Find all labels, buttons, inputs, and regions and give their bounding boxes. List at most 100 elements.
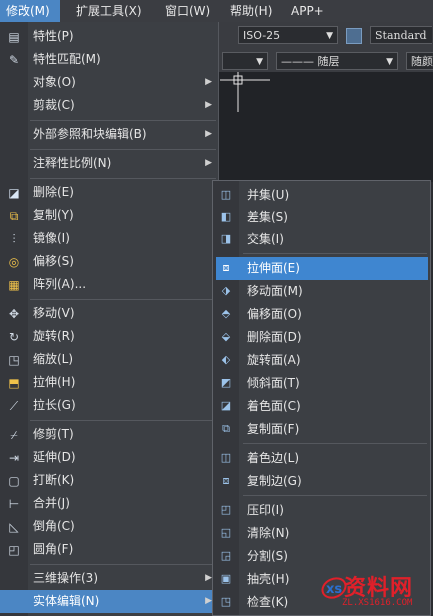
text-style-icon[interactable] [346,28,362,44]
menu-item-rotate[interactable]: ↻ 旋转(R) [0,325,218,348]
extrude-face-icon: ⧈ [222,261,230,274]
subtract-icon: ◧ [220,210,232,223]
submenu-item-intersect[interactable]: ◨ 交集(I) [213,228,430,251]
stretch-icon: ⬒ [8,376,20,390]
menu-item-extend[interactable]: ⇥ 延伸(D) [0,446,218,469]
menu-item-label: 延伸(D) [33,450,76,464]
copy-face-icon: ⧉ [222,422,230,435]
linetype-value: ——— 随层 [281,55,340,68]
menu-help[interactable]: 帮助(H) [224,0,278,22]
menu-item-stretch[interactable]: ⬒ 拉伸(H) [0,371,218,394]
dimstyle-combo[interactable]: ISO-25 ▼ [238,26,338,44]
submenu-arrow-icon: ▶ [205,77,212,87]
menu-item-3d-operations[interactable]: 三维操作(3) ▶ [0,567,218,590]
copy-icon: ⧉ [9,209,19,223]
menu-item-match-properties[interactable]: ✎ 特性匹配(M) [0,48,218,71]
submenu-item-label: 并集(U) [247,188,290,202]
submenu-item-extrude-face[interactable]: ⧈ 拉伸面(E) [216,257,428,280]
menu-item-join[interactable]: ⊢ 合并(J) [0,492,218,515]
menu-item-label: 拉伸(H) [33,375,76,389]
menu-item-lengthen[interactable]: ⟋ 拉长(G) [0,394,218,417]
submenu-item-offset-face[interactable]: ⬘ 偏移面(O) [213,303,430,326]
move-face-icon: ⬗ [221,284,231,297]
menu-item-break[interactable]: ▢ 打断(K) [0,469,218,492]
submenu-arrow-icon: ▶ [205,158,212,168]
menu-item-clip[interactable]: 剪裁(C) ▶ [0,94,218,117]
menu-item-offset[interactable]: ◎ 偏移(S) [0,250,218,273]
delete-face-icon: ⬙ [221,330,231,343]
menu-item-label: 注释性比例(N) [33,156,112,170]
menu-item-label: 外部参照和块编辑(B) [33,127,147,141]
submenu-item-taper-face[interactable]: ◩ 倾斜面(T) [213,372,430,395]
submenu-item-label: 拉伸面(E) [247,261,300,275]
submenu-arrow-icon: ▶ [205,596,212,606]
textstyle-combo[interactable]: Standard [370,26,432,44]
rotate-face-icon: ⬖ [221,353,231,366]
submenu-item-color-edge[interactable]: ◫ 着色边(L) [213,447,430,470]
clean-icon: ◱ [220,526,232,539]
menu-item-scale[interactable]: ◳ 缩放(L) [0,348,218,371]
color-edge-icon: ◫ [220,451,232,464]
lineweight-combo[interactable]: 随颜 [406,52,433,70]
menu-item-label: 实体编辑(N) [33,594,100,608]
submenu-item-copy-face[interactable]: ⧉ 复制面(F) [213,418,430,441]
extend-icon: ⇥ [8,451,20,465]
menu-item-label: 倒角(C) [33,519,75,533]
submenu-arrow-icon: ▶ [205,129,212,139]
menu-item-label: 删除(E) [33,185,74,199]
menu-item-erase[interactable]: ◪ 删除(E) [0,181,218,204]
menu-item-fillet[interactable]: ◰ 圆角(F) [0,538,218,561]
separate-icon: ◲ [220,549,232,562]
lengthen-icon: ⟋ [9,399,19,413]
menu-item-object[interactable]: 对象(O) ▶ [0,71,218,94]
menu-item-label: 特性匹配(M) [33,52,101,66]
menu-item-label: 镜像(I) [33,231,70,245]
submenu-item-separate[interactable]: ◲ 分割(S) [213,545,430,568]
menu-item-label: 复制(Y) [33,208,74,222]
union-icon: ◫ [220,188,232,201]
submenu-item-label: 分割(S) [247,549,288,563]
menu-item-label: 圆角(F) [33,542,74,556]
offset-icon: ◎ [8,255,20,269]
menu-item-move[interactable]: ✥ 移动(V) [0,302,218,325]
menu-extend-tools[interactable]: 扩展工具(X) [70,0,148,22]
menu-window[interactable]: 窗口(W) [159,0,216,22]
menu-item-chamfer[interactable]: ◺ 倒角(C) [0,515,218,538]
submenu-item-color-face[interactable]: ◪ 着色面(C) [213,395,430,418]
menu-item-copy[interactable]: ⧉ 复制(Y) [0,204,218,227]
menu-item-mirror[interactable]: ⫶ 镜像(I) [0,227,218,250]
submenu-item-imprint[interactable]: ◰ 压印(I) [213,499,430,522]
submenu-item-copy-edge[interactable]: ⧈ 复制边(G) [213,470,430,493]
submenu-separator [243,443,427,444]
rotate-icon: ↻ [8,330,20,344]
submenu-item-rotate-face[interactable]: ⬖ 旋转面(A) [213,349,430,372]
mirror-icon: ⫶ [12,232,16,246]
fillet-icon: ◰ [8,543,20,557]
menu-item-trim[interactable]: ⌿ 修剪(T) [0,423,218,446]
menu-item-solid-editing[interactable]: 实体编辑(N) ▶ [0,590,218,613]
submenu-item-label: 移动面(M) [247,284,303,298]
submenu-item-delete-face[interactable]: ⬙ 删除面(D) [213,326,430,349]
modify-menu: ▤ 特性(P) ✎ 特性匹配(M) 对象(O) ▶ 剪裁(C) ▶ 外部参照和块… [0,22,219,616]
crosshair-cursor [220,72,270,112]
submenu-item-label: 压印(I) [247,503,284,517]
menu-modify[interactable]: 修改(M) [0,0,60,22]
move-icon: ✥ [8,307,20,321]
linetype-combo[interactable]: ——— 随层 ▼ [276,52,398,70]
submenu-item-clean[interactable]: ◱ 清除(N) [213,522,430,545]
submenu-item-label: 旋转面(A) [247,353,301,367]
submenu-item-subtract[interactable]: ◧ 差集(S) [213,206,430,229]
menu-item-array[interactable]: ▦ 阵列(A)... [0,273,218,296]
submenu-item-move-face[interactable]: ⬗ 移动面(M) [213,280,430,303]
menu-separator [30,299,216,300]
menu-item-properties[interactable]: ▤ 特性(P) [0,25,218,48]
chevron-down-icon: ▼ [386,57,393,67]
drawing-canvas[interactable] [210,72,433,182]
match-properties-brush-icon: ✎ [8,53,20,67]
color-combo[interactable]: ▼ [222,52,268,70]
menu-app-plus[interactable]: APP+ [285,0,330,22]
menu-item-annotation-scale[interactable]: 注释性比例(N) ▶ [0,152,218,175]
menu-item-xref-block-edit[interactable]: 外部参照和块编辑(B) ▶ [0,123,218,146]
trim-icon: ⌿ [10,428,18,442]
submenu-item-union[interactable]: ◫ 并集(U) [213,184,430,207]
